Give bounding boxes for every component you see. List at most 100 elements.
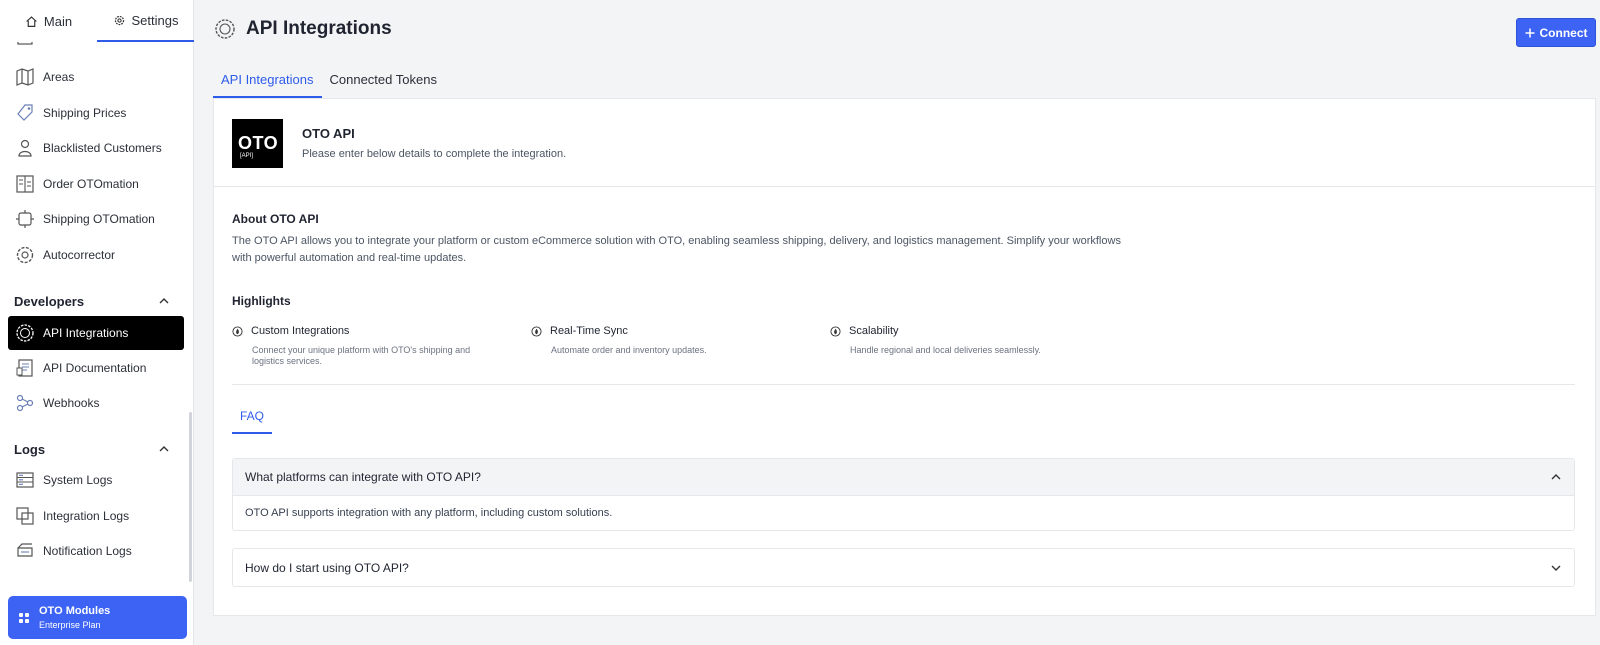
- sidebar-item-label: Order OTOmation: [43, 177, 139, 191]
- sidebar-item-label: Webhooks: [43, 396, 100, 410]
- sidebar-item-webhooks[interactable]: Webhooks: [8, 386, 184, 420]
- sidebar-item-label: Shipping Prices: [43, 106, 127, 120]
- divider: [232, 384, 1575, 385]
- sidebar-item-api-integrations[interactable]: API Integrations: [8, 316, 184, 350]
- sidebar-item-label: Shipping OTOmation: [43, 212, 155, 226]
- connect-button-label: Connect: [1539, 25, 1588, 40]
- map-icon: [15, 67, 35, 87]
- webhook-icon: [15, 393, 35, 413]
- sidebar-item-integration-logs[interactable]: Integration Logs: [8, 499, 184, 533]
- tab-settings-label: Settings: [131, 12, 179, 28]
- notification-icon: [15, 541, 35, 561]
- sidebar-item-label: Blacklisted Customers: [43, 141, 162, 155]
- logo-text: OTO: [238, 133, 279, 153]
- sidebar-scrollbar[interactable]: [189, 412, 192, 582]
- flame-icon: [830, 325, 841, 337]
- tab-main-label: Main: [43, 13, 73, 29]
- faq-item: What platforms can integrate with OTO AP…: [232, 458, 1575, 531]
- highlight-title: Real-Time Sync: [550, 325, 628, 337]
- tab-api-integrations[interactable]: API Integrations: [213, 70, 322, 98]
- sidebar-scroll-area[interactable]: Areas Shipping Prices Blacklisted Custom…: [0, 42, 194, 590]
- highlight-desc: Handle regional and local deliveries sea…: [850, 345, 1041, 355]
- sidebar-item-notification-logs[interactable]: Notification Logs: [8, 534, 184, 568]
- autocorrect-icon: [15, 245, 35, 265]
- chevron-up-icon: [1550, 471, 1562, 483]
- integration-icon: [15, 506, 35, 526]
- oto-modules-text: OTO Modules Enterprise Plan: [39, 605, 110, 630]
- connect-button[interactable]: Connect: [1516, 18, 1596, 47]
- sidebar-item-label: Integration Logs: [43, 509, 130, 523]
- page-header: API Integrations: [214, 18, 392, 40]
- tab-connected-tokens[interactable]: Connected Tokens: [322, 70, 445, 98]
- sidebar-item-shipping-otomation[interactable]: Shipping OTOmation: [8, 202, 184, 236]
- sidebar-item-label: API Documentation: [43, 361, 147, 375]
- integration-intro: OTO [API] OTO API Please enter below det…: [214, 99, 1595, 187]
- api-icon: [15, 323, 35, 343]
- tab-faq[interactable]: FAQ: [232, 405, 272, 434]
- section-developers[interactable]: Developers: [14, 291, 170, 311]
- sidebar-item-areas[interactable]: Areas: [8, 60, 184, 94]
- faq-question-toggle[interactable]: How do I start using OTO API?: [233, 549, 1574, 586]
- logo-subtext: [API]: [240, 153, 254, 159]
- sidebar-item-system-logs[interactable]: System Logs: [8, 463, 184, 497]
- highlight-desc: Connect your unique platform with OTO's …: [252, 345, 471, 366]
- sidebar-item-api-documentation[interactable]: API Documentation: [8, 351, 184, 385]
- sidebar-item-blacklisted-customers[interactable]: Blacklisted Customers: [8, 131, 184, 165]
- sidebar-item-label: Areas: [43, 70, 75, 84]
- oto-modules-title: OTO Modules: [39, 605, 111, 617]
- sidebar-item-label: API Integrations: [43, 326, 129, 340]
- sidebar-item-hidden[interactable]: [8, 42, 184, 54]
- about-title: About OTO API: [232, 212, 319, 226]
- chevron-up-icon: [158, 443, 170, 455]
- partial-icon: [15, 42, 35, 47]
- highlights-title: Highlights: [232, 294, 291, 308]
- home-icon: [25, 15, 38, 28]
- chevron-down-icon: [1550, 562, 1562, 574]
- sidebar-item-autocorrector[interactable]: Autocorrector: [8, 238, 184, 272]
- flame-icon: [232, 325, 243, 337]
- plus-icon: [1525, 28, 1535, 38]
- api-icon: [214, 18, 236, 40]
- tab-settings[interactable]: Settings: [97, 0, 194, 42]
- content-tabs: API Integrations Connected Tokens: [213, 70, 445, 98]
- order-automation-icon: [15, 174, 35, 194]
- faq-answer: OTO API supports integration with any pl…: [245, 507, 613, 519]
- highlight-desc: Automate order and inventory updates.: [551, 345, 707, 355]
- flame-icon: [531, 325, 542, 337]
- highlight-title: Custom Integrations: [251, 325, 350, 337]
- integration-panel: OTO [API] OTO API Please enter below det…: [213, 98, 1596, 616]
- about-body: The OTO API allows you to integrate your…: [232, 235, 1121, 264]
- sidebar-top-tabs: Main Settings: [0, 0, 194, 42]
- page-title: API Integrations: [246, 18, 392, 39]
- sidebar-item-label: Notification Logs: [43, 544, 132, 558]
- chevron-up-icon: [158, 295, 170, 307]
- section-logs-title: Logs: [14, 441, 46, 457]
- server-icon: [15, 470, 35, 490]
- tab-main[interactable]: Main: [0, 0, 97, 42]
- grid-icon: [19, 612, 29, 623]
- price-tag-icon: [15, 103, 35, 123]
- user-block-icon: [15, 138, 35, 158]
- faq-question-toggle[interactable]: What platforms can integrate with OTO AP…: [233, 459, 1574, 496]
- sidebar-item-shipping-prices[interactable]: Shipping Prices: [8, 96, 184, 130]
- faq-question: How do I start using OTO API?: [245, 560, 409, 575]
- section-developers-title: Developers: [14, 293, 85, 309]
- oto-api-logo: OTO [API]: [232, 119, 283, 168]
- integration-title: OTO API: [302, 126, 355, 141]
- oto-modules-button[interactable]: OTO Modules Enterprise Plan: [8, 596, 187, 639]
- faq-item: How do I start using OTO API?: [232, 548, 1575, 587]
- sidebar: Main Settings Areas Shipping Prices Blac…: [0, 0, 194, 645]
- oto-modules-plan: Enterprise Plan: [39, 620, 101, 630]
- faq-question: What platforms can integrate with OTO AP…: [245, 470, 481, 484]
- highlight-title: Scalability: [849, 325, 899, 337]
- highlight-item: Scalability Handle regional and local de…: [830, 325, 1100, 356]
- sidebar-item-label: Autocorrector: [43, 248, 116, 262]
- section-logs[interactable]: Logs: [14, 439, 170, 459]
- integration-subtitle: Please enter below details to complete t…: [302, 148, 567, 160]
- sidebar-item-label: System Logs: [43, 473, 113, 487]
- shipping-automation-icon: [15, 209, 35, 229]
- highlight-item: Real-Time Sync Automate order and invent…: [531, 325, 801, 356]
- sidebar-item-order-otomation[interactable]: Order OTOmation: [8, 167, 184, 201]
- document-icon: [15, 358, 35, 378]
- gear-icon: [113, 14, 126, 27]
